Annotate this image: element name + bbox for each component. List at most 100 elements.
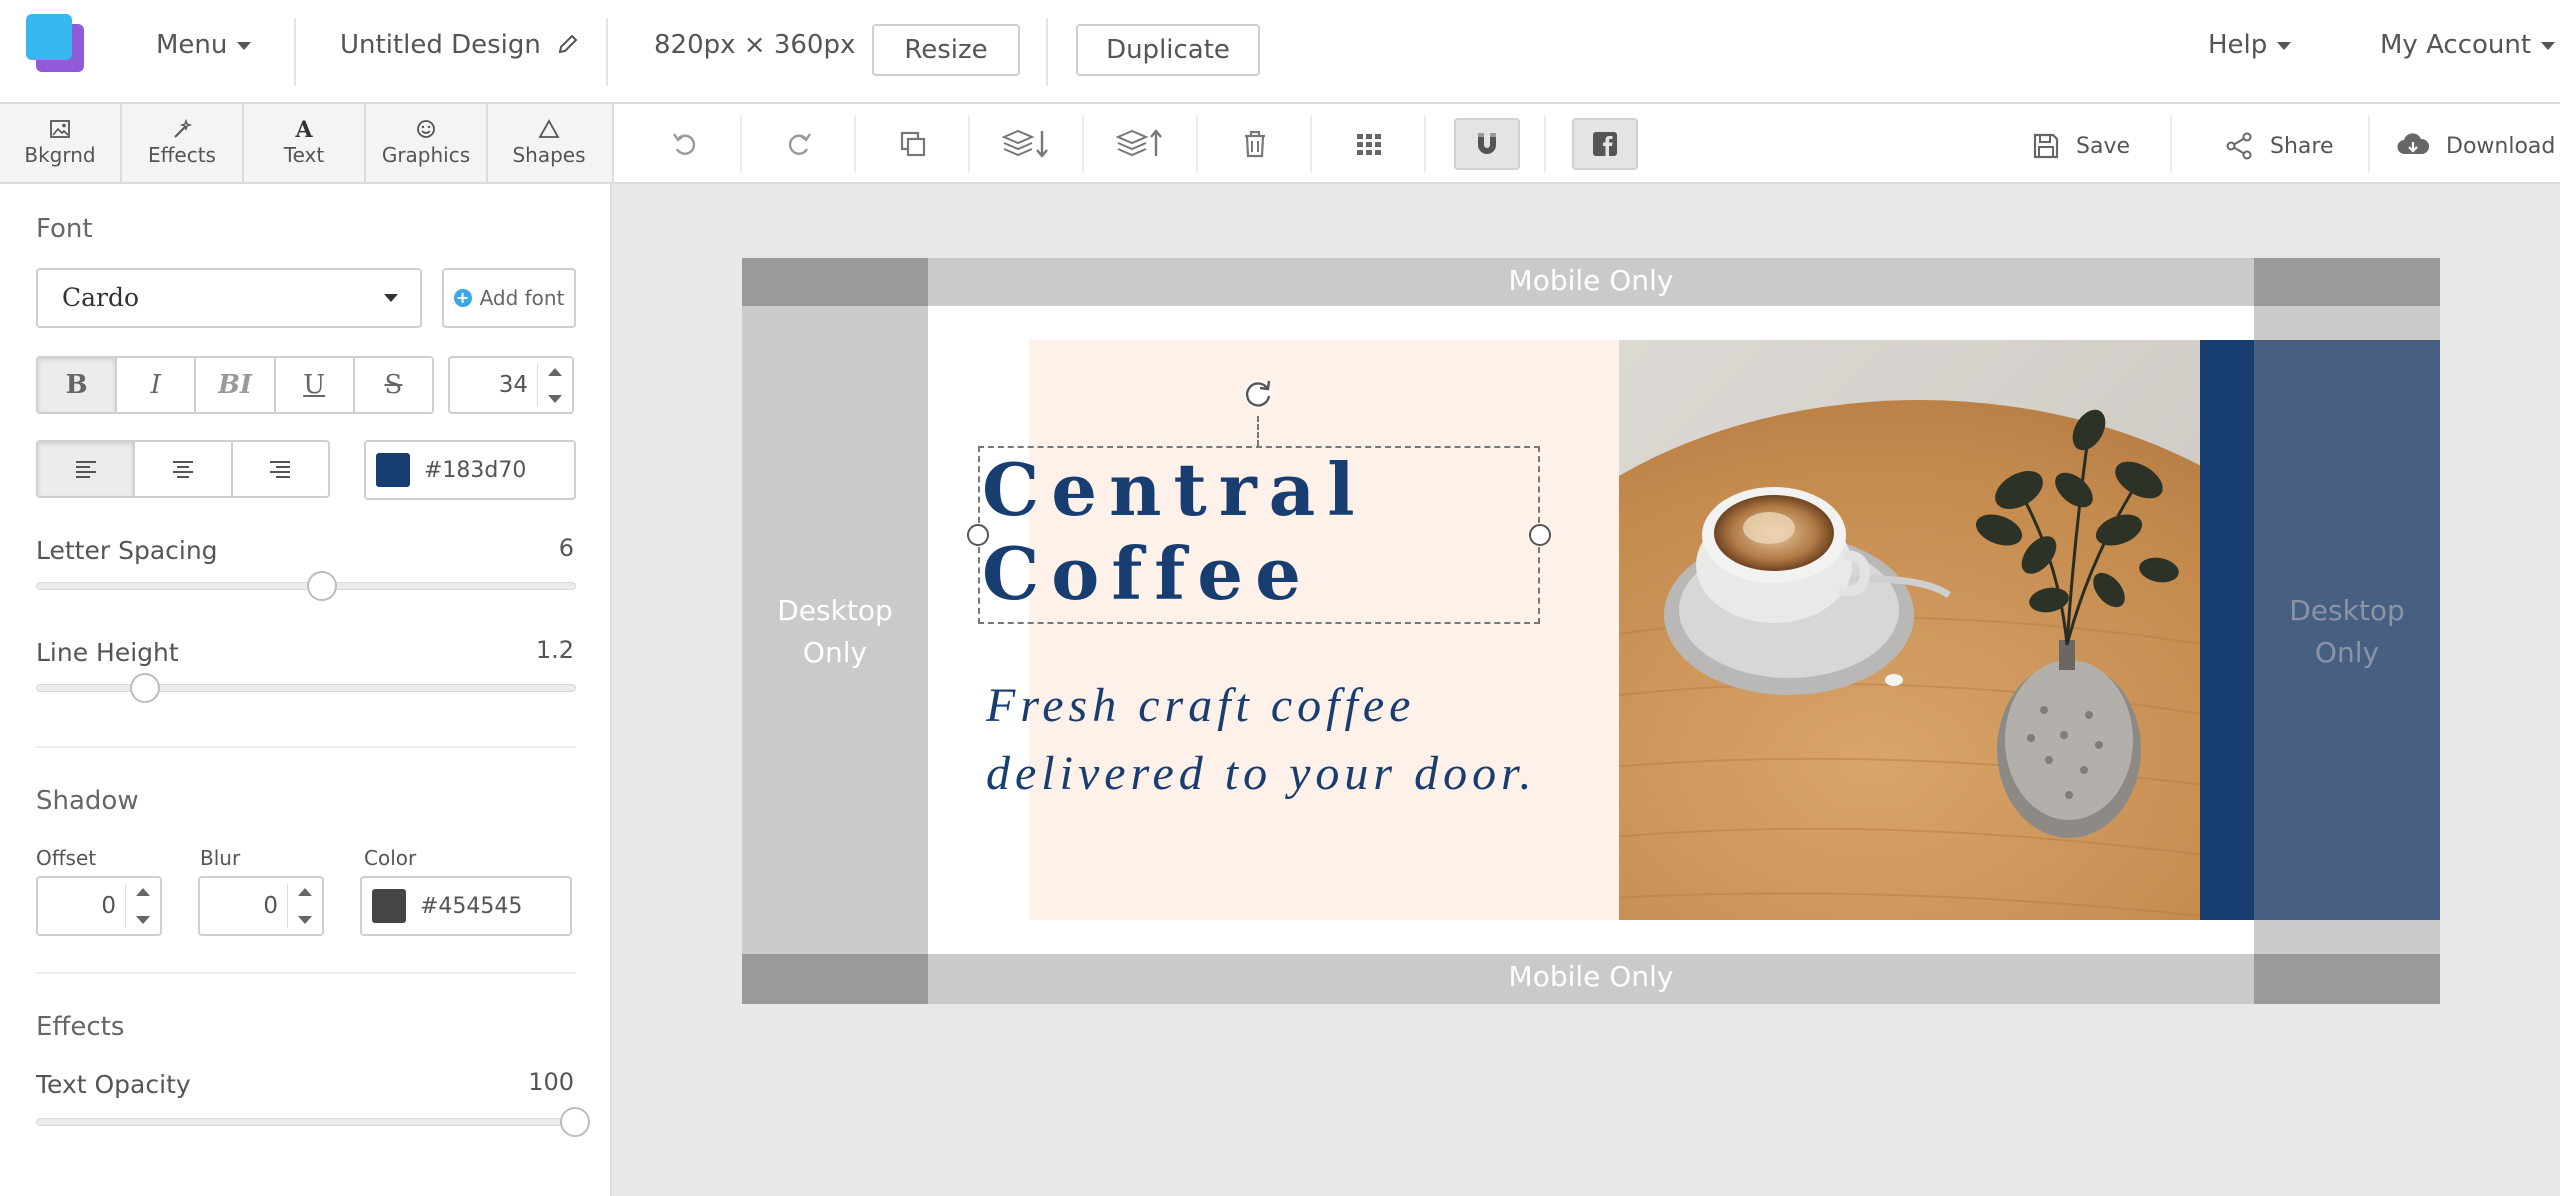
grid-icon — [1357, 134, 1381, 155]
divider — [36, 972, 576, 974]
tool-tabs: Bkgrnd Effects A Text Graphics Shapes — [0, 104, 612, 184]
coffee-photo[interactable] — [1619, 340, 2203, 920]
redo-icon — [788, 133, 811, 155]
tab-graphics[interactable]: Graphics — [366, 104, 488, 182]
italic-button[interactable]: I — [117, 358, 197, 412]
tab-background[interactable]: Bkgrnd — [0, 104, 122, 182]
effects-heading: Effects — [36, 1012, 125, 1042]
send-backward-button[interactable] — [994, 118, 1060, 170]
font-size-stepper[interactable]: 34 — [448, 356, 574, 414]
shadow-offset-stepper[interactable]: 0 — [36, 876, 162, 936]
divider — [606, 18, 608, 86]
tagline-text[interactable]: Fresh craft coffee delivered to your doo… — [986, 672, 1536, 808]
magic-wand-icon — [174, 119, 193, 138]
align-left-button[interactable] — [38, 442, 136, 496]
line-height-value: 1.2 — [535, 636, 574, 664]
facebook-preview-button[interactable] — [1572, 118, 1638, 170]
pencil-icon — [558, 34, 578, 54]
shadow-blur-stepper[interactable]: 0 — [198, 876, 324, 936]
coffee-table-image — [1619, 340, 2203, 920]
font-style-group: B I BI U S — [36, 356, 434, 414]
decrement-arrow-icon[interactable] — [542, 385, 568, 412]
align-left-icon — [75, 461, 96, 478]
tab-shapes[interactable]: Shapes — [488, 104, 610, 182]
underline-button[interactable]: U — [275, 358, 355, 412]
letter-spacing-slider[interactable] — [36, 571, 576, 601]
shadow-color-picker[interactable]: #454545 — [360, 876, 572, 936]
text-align-group — [36, 440, 330, 498]
divider — [294, 18, 296, 86]
chevron-down-icon — [2277, 41, 2292, 50]
layers-down-icon — [1002, 129, 1048, 158]
add-font-button[interactable]: + Add font — [442, 268, 576, 328]
slider-handle[interactable] — [560, 1107, 590, 1137]
resize-handle-left[interactable] — [967, 524, 989, 546]
help-dropdown[interactable]: Help — [2208, 30, 2292, 60]
letter-spacing-value: 6 — [558, 534, 574, 562]
bold-button[interactable]: B — [38, 358, 118, 412]
decrement-arrow-icon[interactable] — [292, 906, 318, 934]
text-properties-panel: Font Cardo + Add font B I BI U S 34 #183… — [0, 184, 612, 1196]
edit-toolbar: Save Share Download — [612, 104, 2560, 184]
bring-forward-button[interactable] — [1108, 118, 1174, 170]
tab-text[interactable]: A Text — [244, 104, 366, 182]
tab-effects[interactable]: Effects — [122, 104, 244, 182]
save-button[interactable]: Save — [2032, 126, 2130, 166]
share-button[interactable]: Share — [2224, 126, 2334, 166]
text-color-swatch — [376, 453, 410, 487]
rotate-icon — [1244, 380, 1272, 408]
align-center-button[interactable] — [135, 442, 233, 496]
font-size-value: 34 — [498, 372, 528, 398]
letter-spacing-label: Letter Spacing — [36, 536, 218, 565]
design-canvas[interactable]: Mobile Only Mobile Only Desktop Only Des… — [742, 258, 2440, 1004]
line-height-slider[interactable] — [36, 673, 576, 703]
undo-button[interactable] — [652, 118, 718, 170]
design-title[interactable]: Untitled Design — [340, 30, 579, 60]
rotate-handle[interactable] — [1240, 376, 1276, 416]
chevron-down-icon — [237, 41, 252, 50]
increment-arrow-icon[interactable] — [130, 878, 156, 906]
font-family-select[interactable]: Cardo — [36, 268, 422, 328]
text-color-picker[interactable]: #183d70 — [364, 440, 576, 500]
undo-icon — [673, 133, 696, 155]
shadow-offset-label: Offset — [36, 846, 97, 870]
share-icon — [2226, 132, 2252, 160]
resize-button[interactable]: Resize — [872, 24, 1020, 76]
redo-button[interactable] — [766, 118, 832, 170]
text-opacity-slider[interactable] — [36, 1107, 590, 1137]
mobile-only-label-bottom: Mobile Only — [1508, 960, 1674, 993]
align-right-button[interactable] — [232, 442, 328, 496]
selection-box[interactable] — [978, 446, 1540, 624]
snap-magnet-button[interactable] — [1454, 118, 1520, 170]
decrement-arrow-icon[interactable] — [130, 906, 156, 934]
copy-button[interactable] — [880, 118, 946, 170]
desktop-only-label-left: Desktop Only — [777, 594, 893, 669]
duplicate-button[interactable]: Duplicate — [1076, 24, 1260, 76]
slider-handle[interactable] — [129, 673, 160, 703]
magnet-icon — [1478, 133, 1496, 154]
font-heading: Font — [36, 214, 93, 244]
shadow-heading: Shadow — [36, 786, 139, 816]
strikethrough-button[interactable]: S — [354, 358, 432, 412]
increment-arrow-icon[interactable] — [292, 878, 318, 906]
delete-button[interactable] — [1222, 118, 1288, 170]
app-logo[interactable] — [26, 14, 86, 74]
align-center-icon — [172, 461, 193, 478]
bold-italic-button[interactable]: BI — [196, 358, 276, 412]
save-icon — [2033, 133, 2059, 159]
text-opacity-label: Text Opacity — [36, 1070, 191, 1099]
grid-button[interactable] — [1336, 118, 1402, 170]
smiley-icon — [417, 120, 435, 138]
text-icon: A — [294, 119, 313, 139]
download-button[interactable]: Download — [2396, 126, 2555, 166]
increment-arrow-icon[interactable] — [542, 358, 568, 385]
layers-up-icon — [1116, 129, 1162, 157]
align-right-icon — [270, 461, 291, 478]
peach-background-panel[interactable] — [1029, 340, 1621, 920]
desktop-only-label-right: Desktop Only — [2289, 594, 2405, 669]
slider-handle[interactable] — [307, 571, 338, 601]
resize-handle-right[interactable] — [1529, 524, 1551, 546]
menu-dropdown[interactable]: Menu — [156, 30, 252, 60]
top-bar: Menu Untitled Design 820px × 360px Resiz… — [0, 0, 2560, 104]
account-dropdown[interactable]: My Account — [2380, 30, 2556, 60]
